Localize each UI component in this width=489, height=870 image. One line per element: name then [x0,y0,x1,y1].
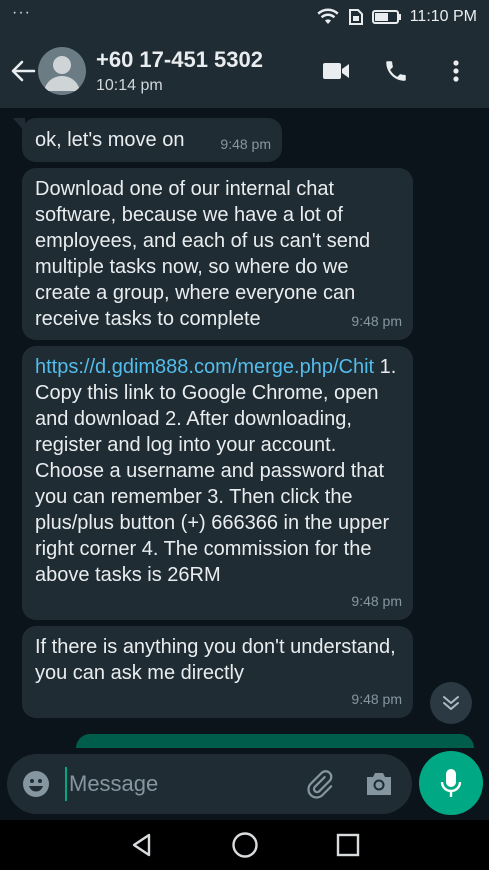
circle-home-icon [231,832,258,858]
voice-message-button[interactable] [419,751,483,815]
wifi-icon [316,8,340,26]
phone-icon [386,61,406,81]
outgoing-message[interactable] [76,734,474,748]
nav-back-button[interactable] [122,825,162,865]
paperclip-icon [307,770,333,799]
last-seen-text: 10:14 pm [96,77,163,94]
clock-text: 11:10 PM [409,8,477,25]
video-call-icon [323,63,349,79]
system-navigation-bar [0,820,489,870]
emoji-icon [23,771,49,797]
more-options-icon [453,60,459,82]
composer [0,748,489,820]
avatar[interactable] [38,47,86,95]
incoming-message[interactable]: ok, let's move on 9:48 pm [13,118,282,162]
message-input-box [7,754,412,814]
microphone-icon [440,769,462,797]
battery-icon [371,9,402,25]
message-time: 9:48 pm [351,691,402,707]
message-time: 9:48 pm [220,136,271,152]
message-input[interactable] [65,767,275,801]
nav-home-button[interactable] [225,825,265,865]
message-link[interactable]: https://d.gdim888.com/merge.php/Chit [35,356,374,378]
message-body: 1. Copy this link to Google Chrome, open… [35,356,397,586]
bubble-tail [13,118,25,132]
message-list[interactable]: ok, let's move on 9:48 pm Download one o… [0,108,489,748]
square-recents-icon [336,833,359,857]
message-text: https://d.gdim888.com/merge.php/Chit 1. … [35,354,401,588]
contact-name: +60 17-451 5302 [96,47,263,72]
chat-header: +60 17-451 5302 10:14 pm [0,34,489,108]
triangle-back-icon [132,833,150,857]
message-text: Download one of our internal chat softwa… [35,178,371,330]
camera-button[interactable] [363,768,395,800]
back-button[interactable] [8,51,38,91]
message-time: 9:48 pm [351,593,402,609]
scroll-to-bottom-button[interactable] [430,682,472,724]
message-time: 9:48 pm [351,313,402,329]
attach-button[interactable] [303,768,335,800]
emoji-button[interactable] [21,769,51,799]
camera-icon [367,773,391,795]
back-arrow-icon [11,60,36,82]
more-options-button[interactable] [435,50,477,92]
notification-dots-icon: ··· [12,4,31,21]
status-bar: ··· 11:10 PM [0,0,489,34]
incoming-message[interactable]: https://d.gdim888.com/merge.php/Chit 1. … [22,346,413,620]
double-chevron-down-icon [443,696,459,710]
incoming-message[interactable]: Download one of our internal chat softwa… [22,168,413,340]
nav-recents-button[interactable] [328,825,368,865]
incoming-message[interactable]: If there is anything you don't understan… [22,626,413,718]
sim-card-icon [348,8,364,26]
message-text: If there is anything you don't understan… [35,636,396,684]
contact-info[interactable]: +60 17-451 5302 10:14 pm [96,47,263,95]
video-call-button[interactable] [315,50,357,92]
voice-call-button[interactable] [375,50,417,92]
